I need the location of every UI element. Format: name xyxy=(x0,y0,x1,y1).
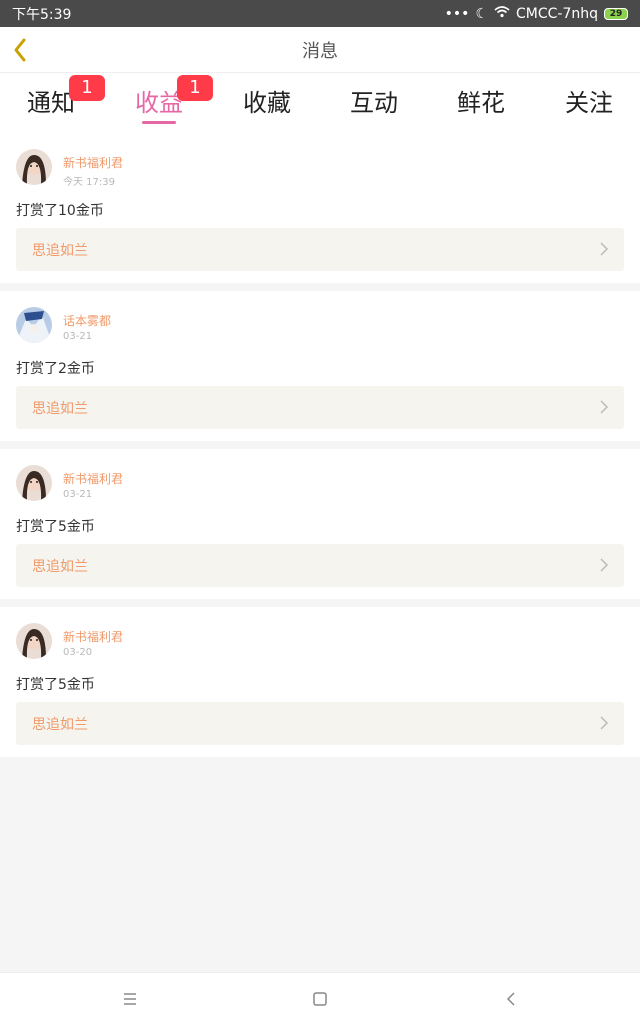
nav-bar: 消息 xyxy=(0,27,640,73)
message-card: 话本雾都 03-21 打赏了2金币 思追如兰 xyxy=(0,291,640,441)
message-list: 新书福利君 今天 17:39 打赏了10金币 思追如兰 话本雾都 03-21 打… xyxy=(0,133,640,765)
tab-notifications[interactable]: 通知 1 xyxy=(1,75,105,118)
book-title: 思追如兰 xyxy=(32,243,88,259)
book-title: 思追如兰 xyxy=(32,401,88,417)
message-card: 新书福利君 今天 17:39 打赏了10金币 思追如兰 xyxy=(0,133,640,283)
tab-label: 关注 xyxy=(565,89,613,117)
earnings-badge: 1 xyxy=(177,75,213,101)
home-icon[interactable] xyxy=(310,989,330,1009)
avatar[interactable] xyxy=(16,465,52,501)
chevron-right-icon xyxy=(600,400,609,414)
chevron-right-icon xyxy=(600,558,609,572)
tab-label: 通知 xyxy=(27,89,75,117)
message-time: 03-21 xyxy=(63,331,93,342)
back-button[interactable] xyxy=(8,36,36,64)
message-card: 新书福利君 03-21 打赏了5金币 思追如兰 xyxy=(0,449,640,599)
tab-label: 收益 xyxy=(135,89,183,117)
active-tab-indicator xyxy=(142,121,176,124)
sender-name[interactable]: 新书福利君 xyxy=(63,154,123,171)
tab-favorites[interactable]: 收藏 xyxy=(217,83,317,118)
carrier-label: CMCC-7nhq xyxy=(516,5,598,22)
battery-icon: 29 xyxy=(604,7,628,20)
message-action: 打赏了5金币 xyxy=(16,519,95,535)
wifi-icon xyxy=(494,5,510,22)
tab-label: 收藏 xyxy=(243,89,291,117)
book-link[interactable]: 思追如兰 xyxy=(16,544,624,587)
sender-name[interactable]: 新书福利君 xyxy=(63,470,123,487)
message-card: 新书福利君 03-20 打赏了5金币 思追如兰 xyxy=(0,607,640,757)
avatar[interactable] xyxy=(16,623,52,659)
tab-flowers[interactable]: 鲜花 xyxy=(431,83,531,118)
tab-label: 鲜花 xyxy=(457,89,505,117)
tab-label: 互动 xyxy=(350,89,398,117)
status-bar: 下午5:39 ••• ☾ CMCC-7nhq 29 xyxy=(0,0,640,27)
chevron-right-icon xyxy=(600,716,609,730)
message-action: 打赏了5金币 xyxy=(16,677,95,693)
sender-name[interactable]: 话本雾都 xyxy=(63,312,111,329)
avatar[interactable] xyxy=(16,307,52,343)
book-title: 思追如兰 xyxy=(32,559,88,575)
chevron-right-icon xyxy=(600,242,609,256)
status-time: 下午5:39 xyxy=(12,6,72,23)
page-title: 消息 xyxy=(302,40,338,62)
back-arrow-icon xyxy=(14,38,26,62)
system-nav-bar xyxy=(0,972,640,1024)
more-icon: ••• xyxy=(444,5,470,22)
status-right: ••• ☾ CMCC-7nhq 29 xyxy=(445,6,628,22)
tab-interactions[interactable]: 互动 xyxy=(324,83,424,118)
tab-follow[interactable]: 关注 xyxy=(539,83,639,118)
tab-bar: 通知 1 收益 1 收藏 互动 鲜花 关注 xyxy=(0,73,640,133)
book-link[interactable]: 思追如兰 xyxy=(16,228,624,271)
sender-name[interactable]: 新书福利君 xyxy=(63,628,123,645)
avatar[interactable] xyxy=(16,149,52,185)
moon-icon: ☾ xyxy=(475,5,488,22)
notification-badge: 1 xyxy=(69,75,105,101)
message-action: 打赏了2金币 xyxy=(16,361,95,377)
message-time: 03-21 xyxy=(63,489,93,500)
menu-icon[interactable] xyxy=(120,989,140,1009)
tab-earnings[interactable]: 收益 1 xyxy=(109,75,213,124)
book-link[interactable]: 思追如兰 xyxy=(16,386,624,429)
book-link[interactable]: 思追如兰 xyxy=(16,702,624,745)
message-time: 03-20 xyxy=(63,647,93,658)
back-icon[interactable] xyxy=(502,989,522,1009)
message-time: 今天 17:39 xyxy=(63,177,115,188)
book-title: 思追如兰 xyxy=(32,717,88,733)
message-action: 打赏了10金币 xyxy=(16,203,104,219)
